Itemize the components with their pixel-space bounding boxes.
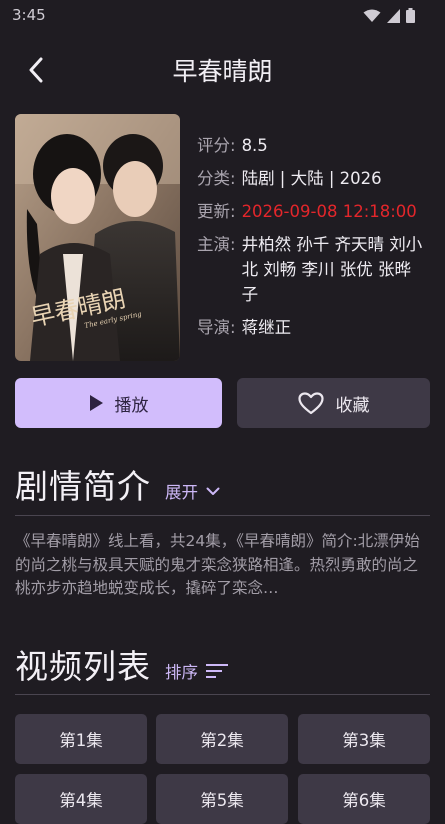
episode-button[interactable]: 第6集 [298, 774, 430, 824]
expand-label: 展开 [165, 483, 198, 502]
play-label: 播放 [114, 395, 149, 416]
play-icon [89, 395, 103, 411]
episode-button[interactable]: 第5集 [156, 774, 288, 824]
info-panel: 评分: 8.5 分类: 陆剧 | 大陆 | 2026 更新: 2026-09-0… [197, 133, 427, 348]
expand-button[interactable]: 展开 [165, 479, 220, 503]
favorite-label: 收藏 [335, 395, 370, 416]
heart-icon [297, 391, 324, 415]
cast-label: 主演 [197, 235, 230, 254]
sort-label: 排序 [165, 663, 198, 682]
episode-button[interactable]: 第1集 [15, 714, 147, 764]
status-time: 3:45 [12, 6, 46, 24]
category-value: 陆剧 | 大陆 | 2026 [241, 169, 382, 188]
video-list-header: 视频列表 排序 [15, 640, 228, 688]
page-title: 早春晴朗 [172, 57, 273, 86]
cast-value: 井柏然 孙千 齐天晴 刘小北 刘畅 李川 张优 张晔子 [241, 235, 423, 304]
episode-button[interactable]: 第3集 [298, 714, 430, 764]
cast-row: 主演: 井柏然 孙千 齐天晴 刘小北 刘畅 李川 张优 张晔子 [197, 232, 427, 307]
rating-label: 评分 [197, 136, 230, 155]
play-button[interactable]: 播放 [15, 378, 222, 428]
video-list-divider [15, 694, 430, 695]
sort-icon [206, 664, 228, 678]
episode-button[interactable]: 第2集 [156, 714, 288, 764]
top-bar: 早春晴朗 [0, 42, 445, 98]
episode-button[interactable]: 第4集 [15, 774, 147, 824]
battery-icon [406, 8, 415, 23]
sort-button[interactable]: 排序 [165, 659, 228, 683]
updated-label: 更新 [197, 202, 230, 221]
synopsis-header: 剧情简介 展开 [15, 460, 220, 508]
updated-row: 更新: 2026-09-08 12:18:00 [197, 199, 427, 224]
synopsis-title: 剧情简介 [15, 467, 151, 506]
status-bar: 3:45 [0, 0, 445, 30]
synopsis-text[interactable]: 《早春晴朗》线上看，共24集，《早春晴朗》简介:北漂伊始的尚之桃与极具天赋的鬼才… [15, 530, 429, 601]
video-list-title: 视频列表 [15, 647, 151, 686]
synopsis-divider [15, 515, 430, 516]
rating-row: 评分: 8.5 [197, 133, 427, 158]
signal-icon [387, 8, 400, 23]
status-icons [363, 8, 415, 23]
director-value: 蒋继正 [241, 318, 292, 337]
updated-value: 2026-09-08 12:18:00 [241, 202, 417, 221]
director-row: 导演: 蒋继正 [197, 315, 427, 340]
chevron-down-icon [206, 487, 220, 496]
favorite-button[interactable]: 收藏 [237, 378, 430, 428]
category-label: 分类 [197, 169, 230, 188]
rating-value: 8.5 [241, 136, 268, 155]
category-row: 分类: 陆剧 | 大陆 | 2026 [197, 166, 427, 191]
wifi-icon [363, 9, 381, 22]
poster-image[interactable]: 早春晴朗 The early spring [15, 114, 180, 361]
director-label: 导演 [197, 318, 230, 337]
